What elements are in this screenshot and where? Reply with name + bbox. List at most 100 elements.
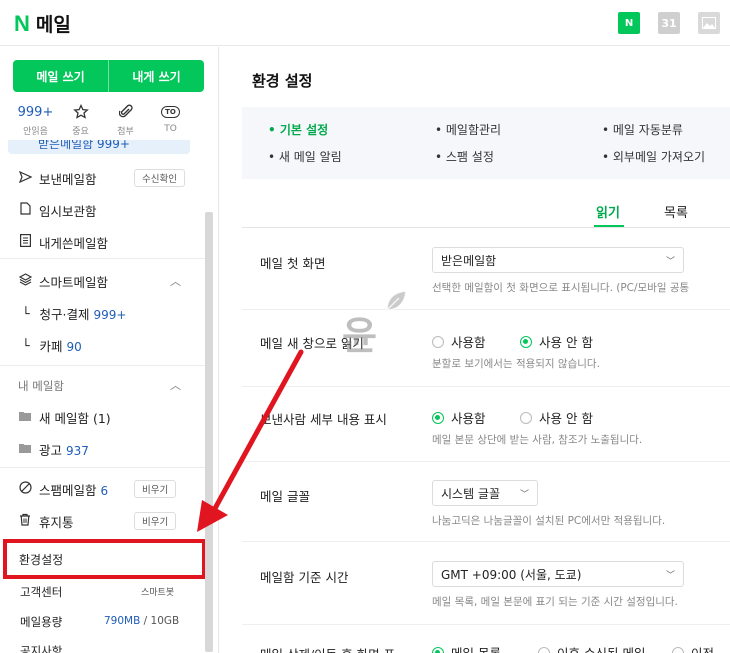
- sidebar-item-spam[interactable]: 스팸메일함 6: [18, 477, 108, 501]
- trash-label: 휴지통: [39, 514, 74, 530]
- smartbot-button[interactable]: 스마트봇: [134, 582, 182, 600]
- read-receipt-button[interactable]: 수신확인: [134, 169, 185, 187]
- settings-panel: 환경 설정 • 기본 설정 • 메일함관리 • 메일 자동분류 • 새 메일 알…: [220, 47, 730, 653]
- quota-label: 메일용량: [20, 615, 63, 629]
- billing-label: 청구·결제: [39, 306, 90, 322]
- sender-detail-label: 보낸사람 세부 내용 표시: [260, 412, 387, 427]
- settings-label: 환경설정: [19, 552, 64, 567]
- menu-spam-settings[interactable]: • 스팸 설정: [435, 148, 494, 165]
- new-window-on-radio[interactable]: 사용함: [432, 332, 486, 351]
- chevron-up-icon[interactable]: ︿: [170, 273, 181, 289]
- write-button-group: 메일 쓰기 내게 쓰기: [13, 60, 204, 92]
- billing-count: 999+: [93, 307, 127, 322]
- write-mail-button[interactable]: 메일 쓰기: [13, 60, 108, 92]
- mail-app-icon[interactable]: N: [618, 12, 640, 34]
- menu-new-mail-alert[interactable]: • 새 메일 알림: [268, 148, 342, 165]
- tree-branch-icon: └: [22, 337, 30, 353]
- mail-app-icon-letter: N: [624, 17, 634, 29]
- folder-icon: [18, 410, 32, 424]
- watermark-text: 윤: [342, 314, 377, 358]
- new-window-off-radio[interactable]: 사용 안 함: [520, 332, 593, 351]
- sidebar-item-smart[interactable]: 스마트메일함: [18, 269, 108, 293]
- my-mailbox-heading[interactable]: 내 메일함: [18, 378, 64, 394]
- row-divider: [242, 461, 730, 462]
- to-icon: TO: [161, 103, 180, 121]
- naver-logo-letter: N: [14, 10, 30, 36]
- menu-mailbox-manage[interactable]: • 메일함관리: [435, 121, 501, 138]
- sidebar-item-trash[interactable]: 휴지통: [18, 509, 74, 533]
- timezone-label: 메일함 기준 시간: [260, 570, 349, 585]
- ads-label: 광고: [39, 442, 63, 458]
- quota-total: / 10GB: [143, 615, 180, 627]
- empty-trash-button[interactable]: 비우기: [134, 512, 177, 530]
- send-icon: [18, 170, 32, 186]
- menu-external-mail[interactable]: • 외부메일 가져오기: [602, 148, 705, 165]
- first-screen-desc: 선택한 메일함이 첫 화면으로 표시됩니다. (PC/모바일 공통: [432, 282, 690, 294]
- row-divider: [242, 541, 730, 542]
- radio-circle: [538, 646, 550, 653]
- star-icon: [72, 103, 89, 121]
- after-action-prev-radio[interactable]: 이전: [672, 643, 714, 653]
- sidebar-divider: [0, 365, 205, 366]
- sidebar-item-support[interactable]: 고객센터: [20, 584, 62, 600]
- tabs-divider: [242, 227, 730, 228]
- settings-menu: • 기본 설정 • 메일함관리 • 메일 자동분류 • 새 메일 알림 • 스팸…: [242, 107, 730, 179]
- tab-read[interactable]: 읽기: [596, 202, 620, 221]
- sidebar-item-notice[interactable]: 공지사항: [20, 643, 62, 653]
- after-action-next-radio[interactable]: 이후 수신된 메일: [538, 643, 645, 653]
- sidebar-item-inbox[interactable]: 받은메일함 999+: [8, 140, 190, 154]
- filter-unread[interactable]: 999+ 안읽음: [13, 103, 58, 138]
- filter-attachment-label: 첨부: [117, 127, 134, 137]
- sidebar-item-drafts[interactable]: 임시보관함: [18, 198, 97, 222]
- filter-important[interactable]: 중요: [58, 103, 103, 137]
- spam-label: 스팸메일함: [39, 482, 97, 498]
- sidebar-item-new-mailbox[interactable]: 새 메일함 (1): [18, 405, 111, 429]
- radio-label: 이후 수신된 메일: [557, 643, 645, 653]
- sidebar-item-ads[interactable]: 광고 937: [18, 437, 89, 461]
- radio-circle: [672, 646, 684, 653]
- chevron-down-icon: ﹀: [665, 570, 675, 581]
- page-title: 환경 설정: [252, 72, 313, 90]
- photo-icon[interactable]: [698, 12, 720, 34]
- filter-attachment[interactable]: 첨부: [103, 103, 148, 137]
- empty-spam-button[interactable]: 비우기: [134, 480, 177, 498]
- menu-basic-settings[interactable]: • 기본 설정: [268, 121, 328, 138]
- menu-auto-sort[interactable]: • 메일 자동분류: [602, 121, 683, 138]
- memo-icon: [18, 234, 32, 250]
- font-select[interactable]: 시스템 글꼴 ﹀: [432, 480, 538, 506]
- calendar-day: 31: [661, 16, 677, 30]
- radio-circle-selected: [432, 411, 444, 424]
- sidebar-item-cafe[interactable]: └ 카페 90: [22, 335, 82, 355]
- tab-list[interactable]: 목록: [664, 202, 688, 221]
- write-to-self-button[interactable]: 내게 쓰기: [108, 60, 204, 92]
- first-screen-select[interactable]: 받은메일함 ﹀: [432, 247, 684, 273]
- sender-detail-on-radio[interactable]: 사용함: [432, 408, 486, 427]
- filter-to-me[interactable]: TO TO: [148, 103, 193, 137]
- leaf-icon: [386, 290, 407, 311]
- quota-value: 790MB / 10GB: [104, 615, 179, 627]
- timezone-value: GMT +09:00 (서울, 도쿄): [441, 567, 582, 582]
- calendar-icon[interactable]: 31: [658, 12, 680, 34]
- sidebar-item-billing[interactable]: └ 청구·결제 999+: [22, 303, 126, 323]
- row-divider: [242, 386, 730, 387]
- naver-mail-logo[interactable]: N 메일: [14, 10, 71, 37]
- sidebar-scrollbar[interactable]: [205, 212, 213, 652]
- sidebar-divider: [0, 467, 205, 468]
- sidebar-item-settings[interactable]: 환경설정: [3, 539, 206, 579]
- radio-label: 사용 안 함: [539, 335, 593, 350]
- timezone-select[interactable]: GMT +09:00 (서울, 도쿄) ﹀: [432, 561, 684, 587]
- unread-count: 999+: [17, 104, 54, 120]
- document-icon: [18, 202, 32, 218]
- filter-important-label: 중요: [72, 127, 89, 137]
- radio-label: 사용함: [451, 411, 486, 426]
- sender-detail-off-radio[interactable]: 사용 안 함: [520, 408, 593, 427]
- radio-circle-selected: [432, 646, 444, 653]
- sidebar-item-self[interactable]: 내게쓴메일함: [18, 230, 108, 254]
- sidebar-item-sent[interactable]: 보낸메일함: [18, 166, 97, 190]
- radio-label: 메일 목록: [451, 643, 501, 653]
- top-header: N 메일 N 31: [0, 0, 730, 46]
- folder-icon: [18, 442, 32, 456]
- chevron-up-icon[interactable]: ︿: [170, 377, 181, 393]
- after-action-list-radio[interactable]: 메일 목록: [432, 643, 501, 653]
- new-window-desc: 분할로 보기에서는 적용되지 않습니다.: [432, 358, 600, 370]
